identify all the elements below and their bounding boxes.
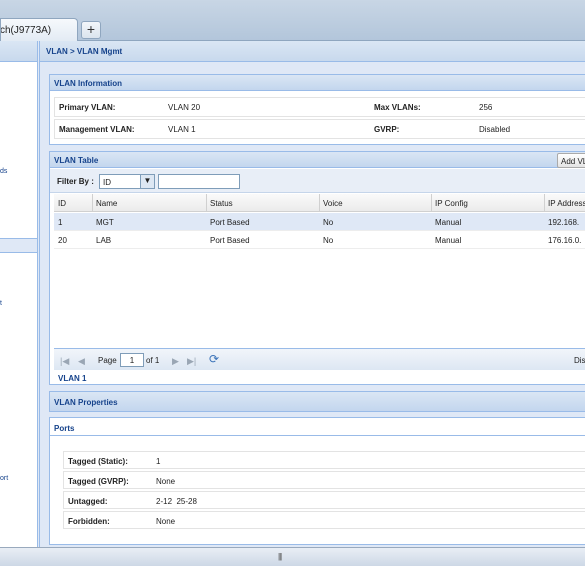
column-header-status[interactable]: Status [210,199,233,208]
port-value: None [156,517,176,526]
prev-page-icon[interactable]: ◀ [78,356,85,367]
info-row: Management VLAN: VLAN 1 GVRP: Disabled [54,119,585,139]
port-row: Forbidden: None [63,511,585,529]
filter-select-value: ID [103,178,111,187]
cell-voice: No [323,236,334,245]
display-info: Dis [574,356,585,365]
port-row: Tagged (GVRP): None [63,471,585,489]
vlan-table-panel: VLAN Table Add VLA Filter By : ID ▼ ID N… [49,151,585,385]
cell-ip-config: Manual [435,218,462,227]
table-row[interactable]: 20 LAB Port Based No Manual 176.16.0. [54,231,585,249]
info-label: Max VLANs: [374,103,421,112]
nav-item-fragment[interactable]: t [0,300,2,307]
panel-title: VLAN Table [50,152,585,168]
breadcrumb: VLAN > VLAN Mgmt [40,41,585,62]
column-header-voice[interactable]: Voice [323,199,343,208]
table-header: ID Name Status Voice IP Config IP Addres… [54,194,585,212]
port-value: 1 [156,457,161,466]
port-label: Untagged: [68,497,108,506]
main-content: VLAN > VLAN Mgmt VLAN Information Primar… [39,41,585,547]
info-label: GVRP: [374,125,400,134]
filter-input[interactable] [158,174,240,189]
page-count: of 1 [146,356,160,365]
column-header-ip-address[interactable]: IP Address [548,199,585,208]
browser-tab-title: ch(J9773A) [0,25,52,36]
new-tab-button[interactable]: + [81,21,101,39]
column-header-name[interactable]: Name [96,199,117,208]
page-number-input[interactable]: 1 [120,353,144,367]
next-page-icon[interactable]: ▶ [172,356,179,367]
cell-status: Port Based [210,236,250,245]
panel-title: VLAN Information [50,75,585,91]
ports-panel: Ports Tagged (Static): 1 Tagged (GVRP): … [49,417,585,545]
cell-name: MGT [96,218,114,227]
last-page-icon[interactable]: ▶| [187,356,196,367]
column-header-id[interactable]: ID [58,199,66,208]
port-label: Forbidden: [68,517,110,526]
cell-name: LAB [96,236,112,245]
add-vlan-button[interactable]: Add VLA [557,153,585,168]
vlan-properties-panel[interactable]: VLAN Properties [49,391,585,412]
cell-id: 20 [58,236,67,245]
filter-bar: Filter By : ID ▼ [50,169,585,193]
table-row[interactable]: 1 MGT Port Based No Manual 192.168. [54,213,585,231]
chevron-down-icon[interactable]: ▼ [140,175,154,188]
info-value: VLAN 1 [168,125,196,134]
info-label: Management VLAN: [59,125,135,134]
cell-ip-config: Manual [435,236,462,245]
left-nav-header [0,41,37,62]
page-label: Page [98,356,117,365]
first-page-icon[interactable]: |◀ [60,356,69,367]
panel-title[interactable]: VLAN Properties [50,392,585,411]
vlan-information-panel: VLAN Information Primary VLAN: VLAN 20 M… [49,74,585,145]
port-label: Tagged (Static): [68,457,128,466]
cell-voice: No [323,218,334,227]
panel-title: Ports [50,418,585,436]
filter-select[interactable]: ID ▼ [99,174,155,189]
selected-vlan-title: VLAN 1 [58,374,87,383]
left-navigation: ds t ort [0,41,38,547]
info-value: Disabled [479,125,511,134]
paging-toolbar: |◀ ◀ Page 1 of 1 ▶ ▶| ⟳ Dis [54,348,585,370]
info-value: VLAN 20 [168,103,201,112]
port-value: 2-12 25-28 [156,497,197,506]
resize-grip-icon[interactable]: ||| [278,552,282,561]
cell-ip-address: 176.16.0. [548,236,582,245]
nav-item-fragment[interactable]: ds [0,168,7,175]
port-row: Untagged: 2-12 25-28 [63,491,585,509]
browser-tab[interactable]: ch(J9773A) [0,18,78,41]
status-bar: ||| [0,547,585,566]
filter-label: Filter By : [57,177,94,186]
port-value: None [156,477,176,486]
cell-id: 1 [58,218,63,227]
nav-item-fragment[interactable]: ort [0,475,8,482]
info-value: 256 [479,103,493,112]
cell-status: Port Based [210,218,250,227]
nav-item-selected[interactable] [0,238,37,253]
column-header-ip-config[interactable]: IP Config [435,199,468,208]
port-row: Tagged (Static): 1 [63,451,585,469]
port-label: Tagged (GVRP): [68,477,129,486]
info-label: Primary VLAN: [59,103,116,112]
cell-ip-address: 192.168. [548,218,580,227]
refresh-icon[interactable]: ⟳ [209,352,219,366]
info-row: Primary VLAN: VLAN 20 Max VLANs: 256 [54,97,585,117]
browser-tab-strip: ch(J9773A) + [0,0,585,41]
